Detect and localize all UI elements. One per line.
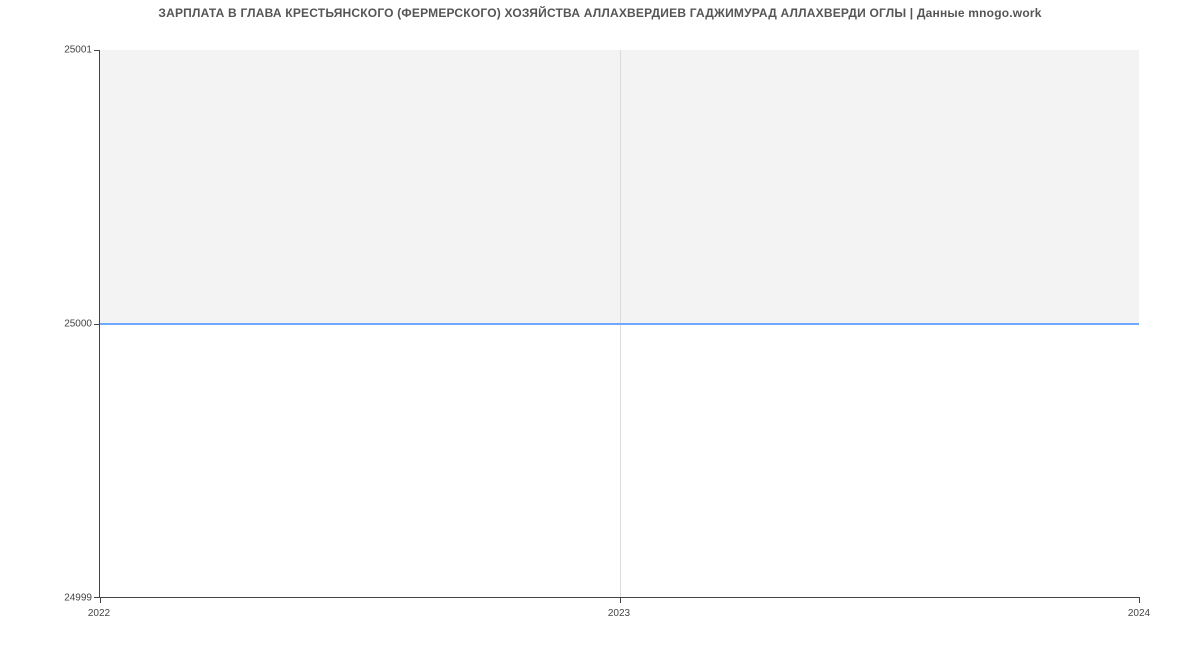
plot-area (99, 50, 1139, 598)
chart-container: ЗАРПЛАТА В ГЛАВА КРЕСТЬЯНСКОГО (ФЕРМЕРСК… (0, 0, 1200, 650)
ytick-24999 (94, 597, 100, 598)
ylabel-24999: 24999 (64, 593, 92, 604)
series-line-salary (100, 323, 1139, 325)
xlabel-2023: 2023 (608, 608, 630, 619)
xlabel-2022: 2022 (88, 608, 110, 619)
chart-title: ЗАРПЛАТА В ГЛАВА КРЕСТЬЯНСКОГО (ФЕРМЕРСК… (0, 6, 1200, 20)
ylabel-25001: 25001 (64, 45, 92, 56)
xtick-2023 (620, 597, 621, 603)
xtick-2024 (1139, 597, 1140, 603)
ytick-25001 (94, 50, 100, 51)
ytick-25000 (94, 324, 100, 325)
xtick-2022 (100, 597, 101, 603)
xlabel-2024: 2024 (1128, 608, 1150, 619)
ylabel-25000: 25000 (64, 319, 92, 330)
